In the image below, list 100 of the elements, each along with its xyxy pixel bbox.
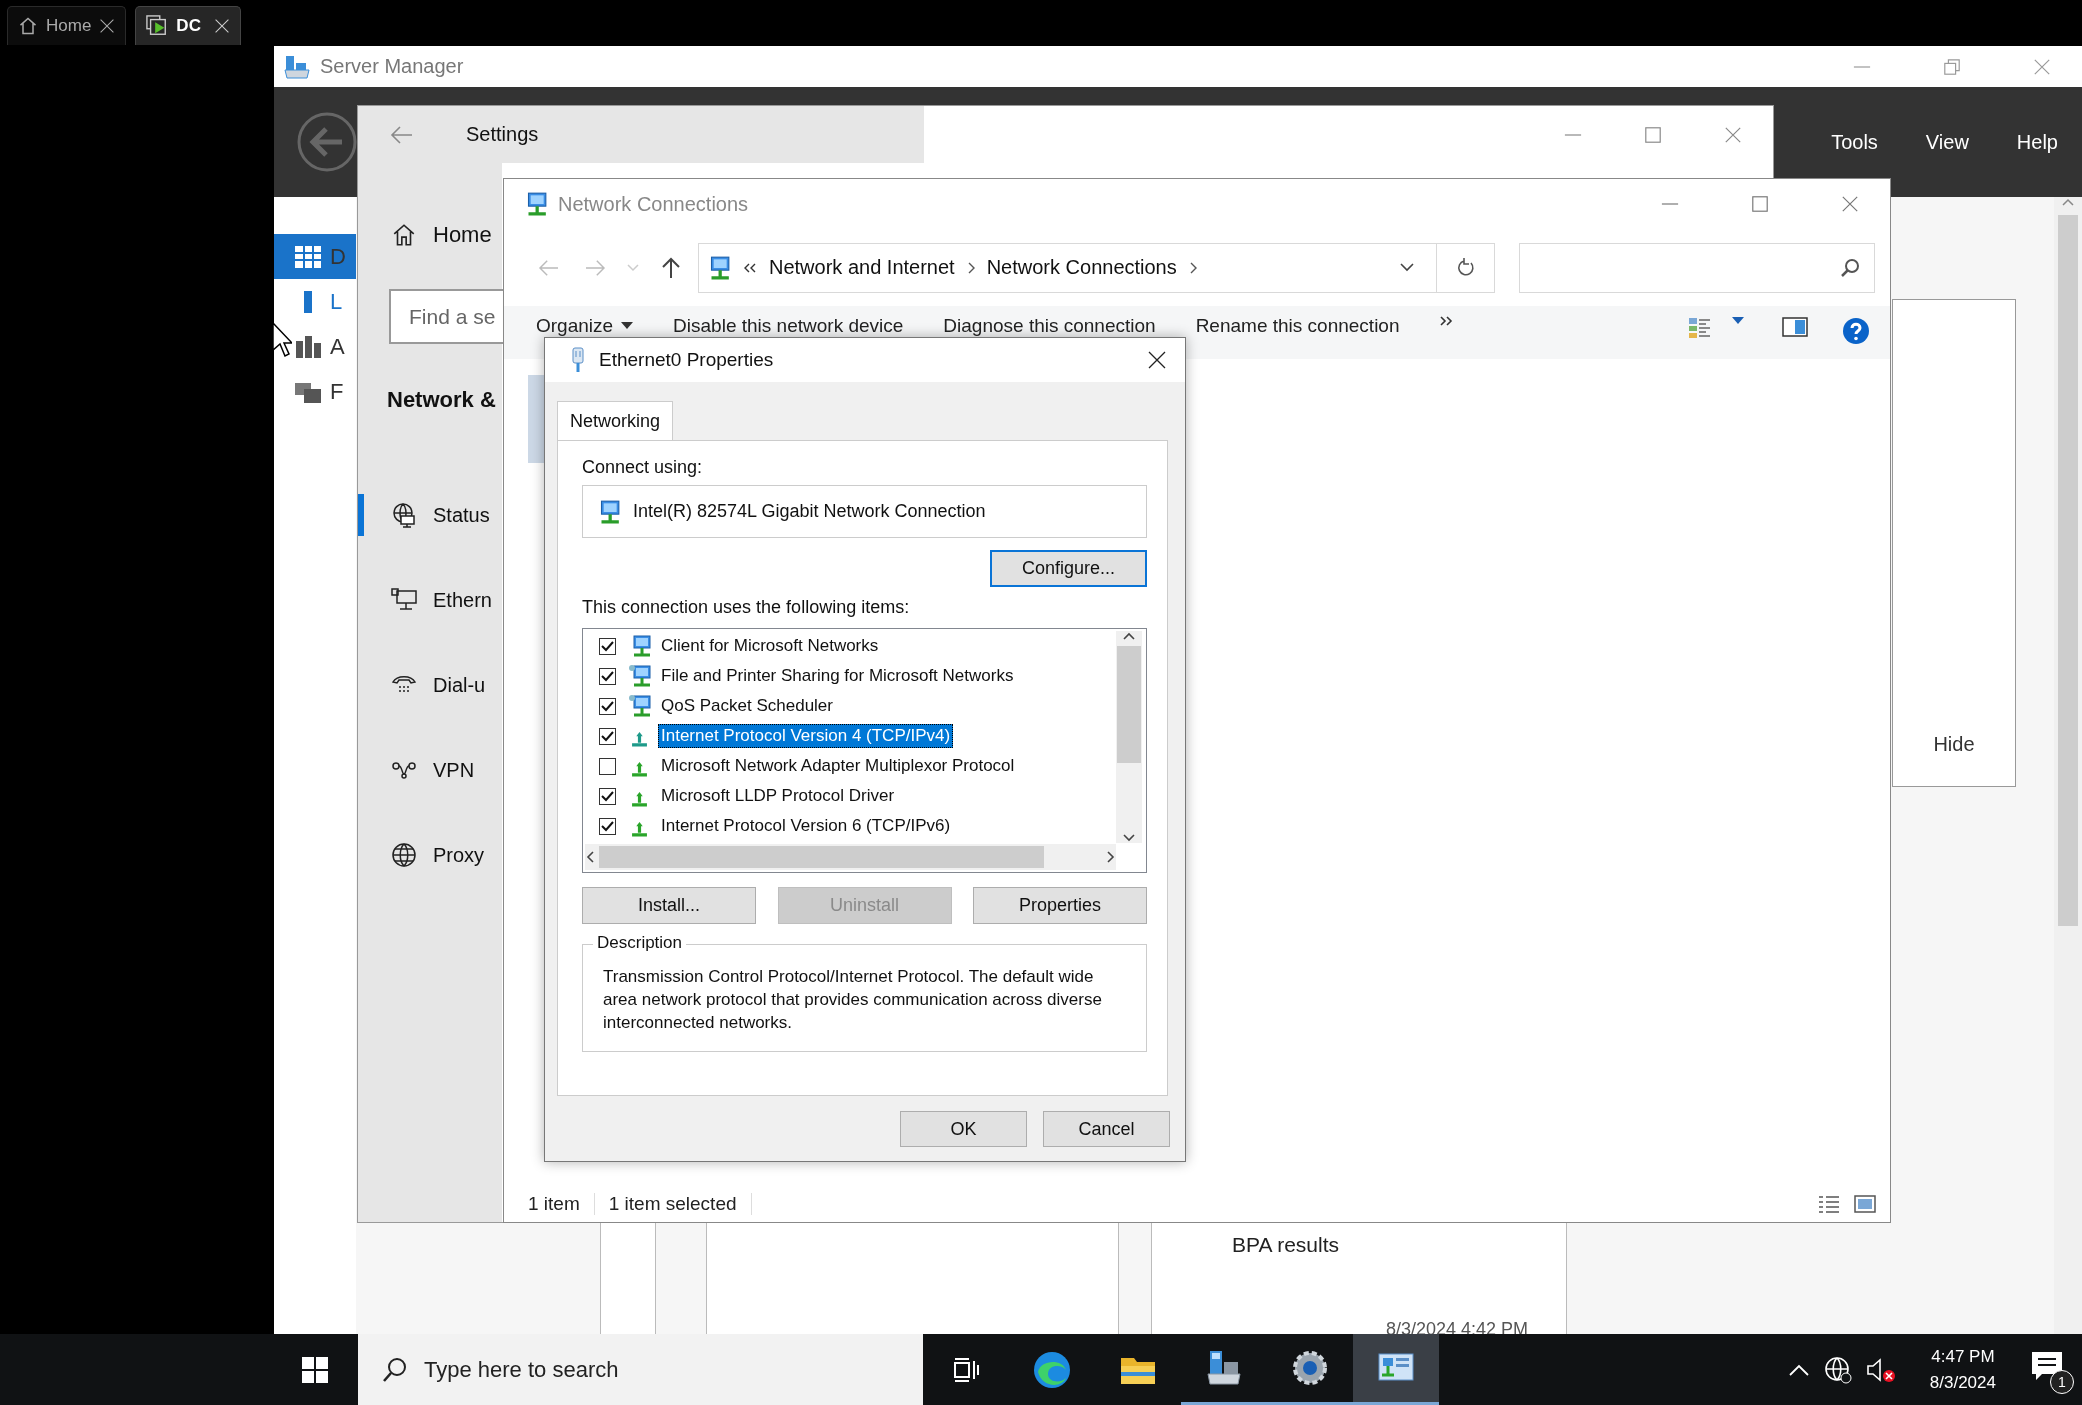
start-icon[interactable] bbox=[301, 1355, 329, 1384]
globe-monitor-icon bbox=[391, 502, 417, 528]
items-list[interactable] bbox=[582, 628, 1147, 873]
vm-icon bbox=[146, 15, 169, 37]
chevron-up-icon[interactable] bbox=[1787, 1362, 1810, 1377]
nav-item[interactable]: VPN bbox=[358, 749, 502, 791]
protocol-icon bbox=[631, 821, 648, 837]
scrollbar[interactable] bbox=[2054, 197, 2082, 1334]
back-arrow-icon[interactable] bbox=[390, 124, 414, 145]
help-icon[interactable] bbox=[1842, 317, 1870, 345]
window-title: Network Connections bbox=[558, 192, 750, 216]
nav-item[interactable]: F bbox=[274, 369, 356, 414]
checkbox[interactable] bbox=[599, 757, 616, 775]
caret-icon[interactable] bbox=[1732, 317, 1744, 325]
servers-icon[interactable] bbox=[294, 334, 322, 359]
search-field[interactable]: Type here to search bbox=[358, 1334, 923, 1405]
notification-badge: 1 bbox=[2050, 1369, 2074, 1394]
ethernet-plug-icon bbox=[571, 347, 585, 373]
check-icon bbox=[601, 670, 614, 682]
scroll-left-icon[interactable] bbox=[585, 850, 595, 864]
checkbox[interactable] bbox=[599, 727, 616, 745]
list-item[interactable]: Microsoft LLDP Protocol Driver bbox=[658, 784, 898, 808]
list-item[interactable]: File and Printer Sharing for Microsoft Networks bbox=[658, 664, 1017, 688]
scrollbar[interactable] bbox=[1116, 631, 1142, 843]
dialog-button[interactable]: Install... bbox=[582, 887, 756, 924]
maximize-icon[interactable] bbox=[1751, 195, 1769, 213]
nav-item[interactable]: Proxy bbox=[358, 834, 502, 876]
server-manager-icon[interactable] bbox=[1204, 1348, 1244, 1388]
adapter-name: Intel(R) 82574L Gigabit Network Connection bbox=[633, 501, 986, 522]
task-view-icon[interactable] bbox=[952, 1355, 980, 1384]
close-icon[interactable] bbox=[99, 18, 116, 34]
command-button[interactable]: Disable this network device bbox=[673, 315, 904, 337]
edge-icon[interactable] bbox=[1032, 1349, 1072, 1390]
menu-item[interactable]: Tools bbox=[1807, 130, 1902, 154]
list-item[interactable]: Client for Microsoft Networks bbox=[658, 634, 882, 658]
hide-link[interactable]: Hide bbox=[1933, 733, 1975, 756]
address-bar[interactable]: Network and Internet Network Connections bbox=[698, 242, 1437, 293]
window-title: Settings bbox=[466, 123, 539, 146]
details-view-icon[interactable] bbox=[1818, 1194, 1840, 1213]
scroll-right-icon[interactable] bbox=[1106, 850, 1116, 864]
chevron-right-icon[interactable] bbox=[1188, 261, 1197, 274]
dialog-button[interactable]: Cancel bbox=[1043, 1111, 1170, 1147]
configure-button[interactable]: Configure... bbox=[990, 550, 1147, 587]
nav-item[interactable]: L bbox=[274, 279, 356, 324]
dialog-button[interactable]: Properties bbox=[973, 887, 1147, 924]
view-options-icon[interactable] bbox=[1688, 317, 1712, 339]
breadcrumb[interactable]: Network Connections bbox=[986, 256, 1177, 279]
list-item[interactable]: QoS Packet Scheduler bbox=[658, 694, 836, 718]
maximize-icon[interactable] bbox=[1644, 125, 1662, 144]
menu-item[interactable]: Help bbox=[1992, 130, 2082, 154]
chevron-right-icon[interactable] bbox=[966, 261, 975, 274]
command-button[interactable]: Diagnose this connection bbox=[943, 315, 1156, 337]
scroll-up-icon[interactable] bbox=[1122, 631, 1136, 641]
taskbar-button[interactable] bbox=[1353, 1334, 1439, 1405]
tile-title: BPA results bbox=[1232, 1233, 1339, 1257]
protocol-icon bbox=[631, 791, 648, 807]
globe-icon[interactable] bbox=[1823, 1355, 1852, 1384]
command-button[interactable]: Organize bbox=[536, 315, 634, 337]
checkbox[interactable] bbox=[599, 697, 616, 715]
speaker-muted-icon[interactable] bbox=[1865, 1356, 1896, 1383]
command-button[interactable]: Rename this connection bbox=[1195, 315, 1400, 337]
search-icon bbox=[1840, 257, 1860, 278]
breadcrumb[interactable]: Network and Internet bbox=[769, 256, 955, 279]
browser-tab[interactable]: Home bbox=[7, 6, 127, 45]
home-link[interactable]: Home bbox=[358, 205, 502, 265]
refresh-icon[interactable] bbox=[1455, 257, 1476, 278]
checkbox[interactable] bbox=[599, 637, 616, 655]
home-icon bbox=[18, 16, 38, 36]
checkbox[interactable] bbox=[599, 817, 616, 835]
clock[interactable]: 4:47 PM 8/3/2024 bbox=[1929, 1346, 1996, 1393]
scroll-down-icon[interactable] bbox=[1122, 833, 1136, 843]
status-text: 1 item bbox=[528, 1192, 595, 1215]
list-item[interactable]: Microsoft Network Adapter Multiplexor Protocol bbox=[658, 754, 1018, 778]
dialog-button[interactable]: OK bbox=[900, 1111, 1027, 1147]
restore-icon[interactable] bbox=[1943, 57, 1961, 76]
search-field[interactable] bbox=[1519, 242, 1875, 293]
checkbox[interactable] bbox=[599, 667, 616, 685]
caret-icon bbox=[621, 322, 634, 330]
browser-tab[interactable]: DC bbox=[135, 6, 242, 45]
search-field[interactable]: Find a se bbox=[389, 289, 504, 344]
nav-item[interactable]: Ethern bbox=[358, 579, 502, 621]
close-icon[interactable] bbox=[1147, 350, 1167, 370]
protocol-icon bbox=[631, 731, 648, 747]
scrollbar[interactable] bbox=[585, 844, 1116, 870]
checkbox[interactable] bbox=[599, 787, 616, 805]
group-label: Description bbox=[593, 933, 687, 953]
list-item[interactable]: Internet Protocol Version 4 (TCP/IPv4) bbox=[658, 724, 954, 748]
menu-item[interactable]: View bbox=[1901, 130, 1993, 154]
tab[interactable]: Networking bbox=[557, 401, 674, 440]
section-title: Network & bbox=[387, 387, 496, 413]
up-arrow-icon[interactable] bbox=[661, 256, 681, 279]
search-icon bbox=[382, 1356, 408, 1383]
nav-item[interactable]: Dial-u bbox=[358, 664, 502, 706]
dashboard-icon[interactable] bbox=[294, 244, 322, 269]
chevron-down-icon[interactable] bbox=[1400, 263, 1414, 272]
large-icons-view-icon[interactable] bbox=[1854, 1194, 1876, 1213]
gear-icon[interactable] bbox=[1290, 1348, 1330, 1388]
more-icon[interactable] bbox=[1439, 315, 1454, 327]
list-item[interactable]: Internet Protocol Version 6 (TCP/IPv6) bbox=[658, 814, 954, 838]
preview-pane-icon[interactable] bbox=[1782, 317, 1808, 337]
